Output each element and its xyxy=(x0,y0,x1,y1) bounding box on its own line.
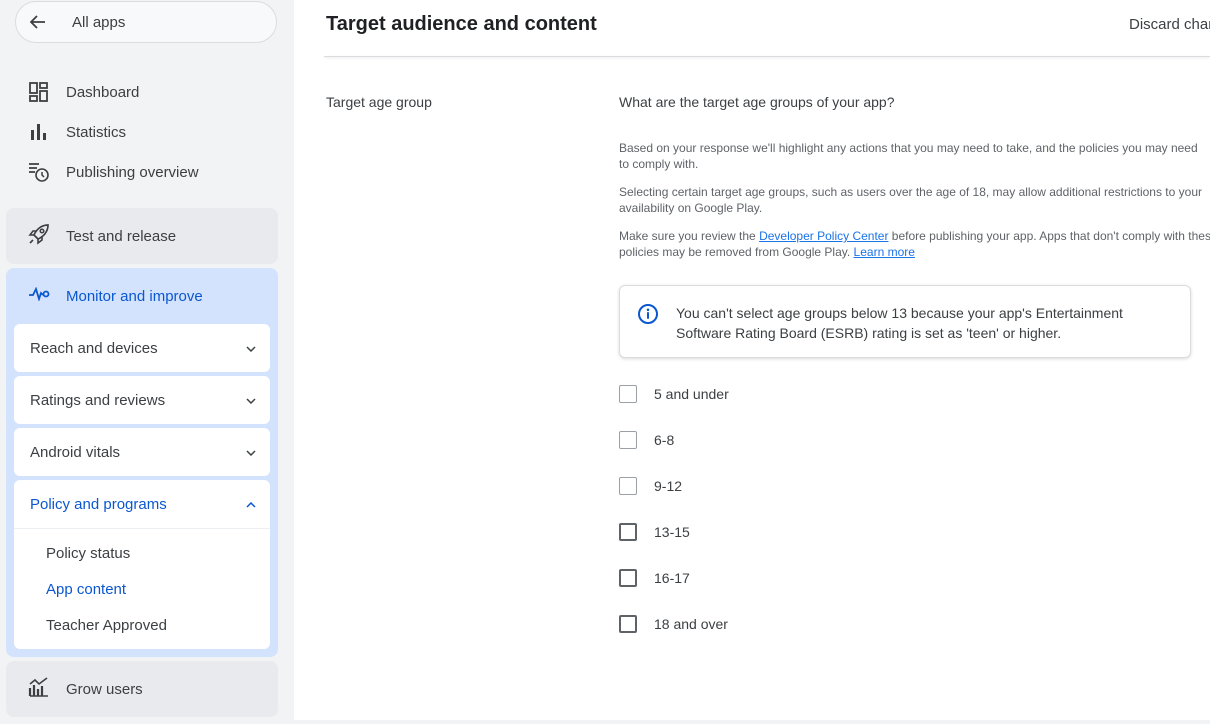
checkbox[interactable] xyxy=(619,615,637,633)
checkbox[interactable] xyxy=(619,569,637,587)
bar-chart-icon xyxy=(28,121,50,143)
all-apps-label: All apps xyxy=(72,13,126,31)
learn-more-link[interactable]: Learn more xyxy=(854,245,915,259)
chevron-down-icon xyxy=(246,443,256,461)
age-group-option-18-and-over[interactable]: 18 and over xyxy=(619,614,728,634)
sidebar-item-label: Reach and devices xyxy=(30,339,158,357)
sidebar-subitem-policy-status[interactable]: Policy status xyxy=(14,535,270,571)
bottom-edge xyxy=(294,720,1210,724)
policy-and-programs-toggle[interactable]: Policy and programs xyxy=(14,480,270,528)
chevron-down-icon xyxy=(246,391,256,409)
age-group-option-5-and-under[interactable]: 5 and under xyxy=(619,384,729,404)
monitor-and-improve-header[interactable]: Monitor and improve xyxy=(28,284,203,308)
sidebar-item-statistics[interactable]: Statistics xyxy=(28,120,126,144)
main-content: Target audience and content Discard chan… xyxy=(294,0,1210,724)
age-group-option-9-12[interactable]: 9-12 xyxy=(619,476,682,496)
sidebar-section-monitor-and-improve: Monitor and improve Reach and devices Ra… xyxy=(6,268,278,657)
dashboard-icon xyxy=(28,81,50,103)
sidebar-item-label: Dashboard xyxy=(66,83,140,101)
sidebar-group-policy-and-programs: Policy and programs Policy status App co… xyxy=(14,480,270,649)
sidebar-section-grow-users[interactable]: Grow users xyxy=(6,661,278,717)
checkbox[interactable] xyxy=(619,431,637,449)
sidebar-item-dashboard[interactable]: Dashboard xyxy=(28,80,139,104)
sidebar-item-reach-and-devices[interactable]: Reach and devices xyxy=(14,324,270,372)
sidebar-subitem-app-content[interactable]: App content xyxy=(14,571,270,607)
sidebar-section-test-and-release[interactable]: Test and release xyxy=(6,208,278,264)
sidebar: All apps Dashboard Statistics Publishing… xyxy=(0,0,294,724)
esrb-info-banner: You can't select age groups below 13 bec… xyxy=(619,285,1191,358)
info-message: You can't select age groups below 13 bec… xyxy=(676,305,1123,341)
sidebar-item-label: Android vitals xyxy=(30,443,121,461)
checkbox[interactable] xyxy=(619,523,637,541)
sidebar-item-label: Policy and programs xyxy=(30,495,167,513)
rocket-icon xyxy=(28,223,50,250)
sidebar-item-label: Publishing overview xyxy=(66,163,199,181)
back-arrow-icon xyxy=(30,15,50,29)
checkbox-label: 5 and under xyxy=(654,386,729,402)
target-age-group-label: Target age group xyxy=(326,94,432,110)
sidebar-item-label: Ratings and reviews xyxy=(30,391,166,409)
sidebar-item-label: Statistics xyxy=(66,123,127,141)
sidebar-subitem-teacher-approved[interactable]: Teacher Approved xyxy=(14,607,270,643)
age-group-option-6-8[interactable]: 6-8 xyxy=(619,430,674,450)
checkbox-label: 9-12 xyxy=(654,478,683,494)
sidebar-section-label: Test and release xyxy=(66,227,177,245)
age-group-option-16-17[interactable]: 16-17 xyxy=(619,568,690,588)
age-group-option-13-15[interactable]: 13-15 xyxy=(619,522,690,542)
explanation-text: Based on your response we'll highlight a… xyxy=(619,141,1198,171)
growth-chart-icon xyxy=(28,676,50,703)
header-divider xyxy=(324,56,1210,57)
checkbox-label: 16-17 xyxy=(654,570,690,586)
developer-policy-center-link[interactable]: Developer Policy Center xyxy=(759,229,888,243)
page-title: Target audience and content xyxy=(326,13,597,35)
checkbox[interactable] xyxy=(619,385,637,403)
policy-text-prefix: Make sure you review the xyxy=(619,229,760,243)
checkbox-label: 18 and over xyxy=(654,616,728,632)
sidebar-item-android-vitals[interactable]: Android vitals xyxy=(14,428,270,476)
sidebar-section-label: Monitor and improve xyxy=(66,287,203,305)
restriction-text: Selecting certain target age groups, suc… xyxy=(619,185,1202,215)
checkbox-label: 13-15 xyxy=(654,524,690,540)
chevron-up-icon xyxy=(246,495,256,513)
schedule-list-icon xyxy=(28,161,50,183)
discard-changes-button[interactable]: Discard changes xyxy=(1129,16,1210,33)
sidebar-item-publishing-overview[interactable]: Publishing overview xyxy=(28,160,199,184)
chevron-down-icon xyxy=(246,339,256,357)
info-icon xyxy=(637,303,659,330)
age-group-question: What are the target age groups of your a… xyxy=(619,94,895,110)
checkbox-label: 6-8 xyxy=(654,432,675,448)
sidebar-item-ratings-and-reviews[interactable]: Ratings and reviews xyxy=(14,376,270,424)
checkbox[interactable] xyxy=(619,477,637,495)
all-apps-button[interactable]: All apps xyxy=(15,1,277,43)
vitals-pulse-icon xyxy=(28,286,50,306)
sidebar-section-label: Grow users xyxy=(66,680,143,698)
policy-review-text: Make sure you review the Developer Polic… xyxy=(619,228,1210,260)
